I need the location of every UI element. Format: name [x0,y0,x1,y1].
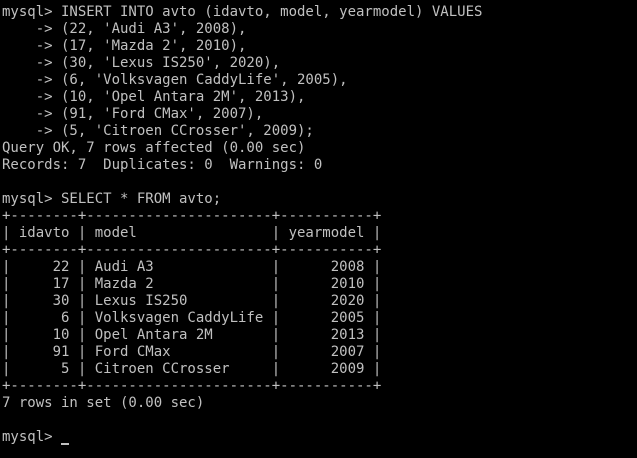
table-row: | 91 | Ford CMax | 2007 | [2,344,382,360]
query-ok-message: Query OK, 7 rows affected (0.00 sec) [2,140,306,156]
continuation-line: -> (22, 'Audi A3', 2008), [2,21,247,37]
table-border: +--------+----------------------+-------… [2,378,382,394]
table-row: | 17 | Mazda 2 | 2010 | [2,276,382,292]
table-row: | 6 | Volksvagen CaddyLife | 2005 | [2,310,382,326]
continuation-line: -> (17, 'Mazda 2', 2010), [2,38,247,54]
continuation-line: -> (30, 'Lexus IS250', 2020), [2,55,281,71]
table-row: | 5 | Citroen CCrosser | 2009 | [2,361,382,377]
table-row: | 10 | Opel Antara 2M | 2013 | [2,327,382,343]
select-command-line: mysql> SELECT * FROM avto; [2,191,222,207]
records-summary: Records: 7 Duplicates: 0 Warnings: 0 [2,157,323,173]
continuation-line: -> (5, 'Citroen CCrosser', 2009); [2,123,314,139]
continuation-line: -> (6, 'Volksvagen CaddyLife', 2005), [2,72,348,88]
table-row: | 30 | Lexus IS250 | 2020 | [2,293,382,309]
mysql-prompt: mysql> [2,429,62,445]
rows-in-set-message: 7 rows in set (0.00 sec) [2,395,205,411]
table-border: +--------+----------------------+-------… [2,208,382,224]
continuation-line: -> (10, 'Opel Antara 2M', 2013), [2,89,306,105]
prompt-line[interactable]: mysql> [2,429,637,446]
continuation-line: -> (91, 'Ford CMax', 2007), [2,106,264,122]
table-row: | 22 | Audi A3 | 2008 | [2,259,382,275]
insert-command-line: mysql> INSERT INTO avto (idavto, model, … [2,4,483,20]
terminal-window[interactable]: mysql> INSERT INTO avto (idavto, model, … [0,0,637,458]
table-border: +--------+----------------------+-------… [2,242,382,258]
table-header-row: | idavto | model | yearmodel | [2,225,382,241]
text-cursor [61,443,70,445]
